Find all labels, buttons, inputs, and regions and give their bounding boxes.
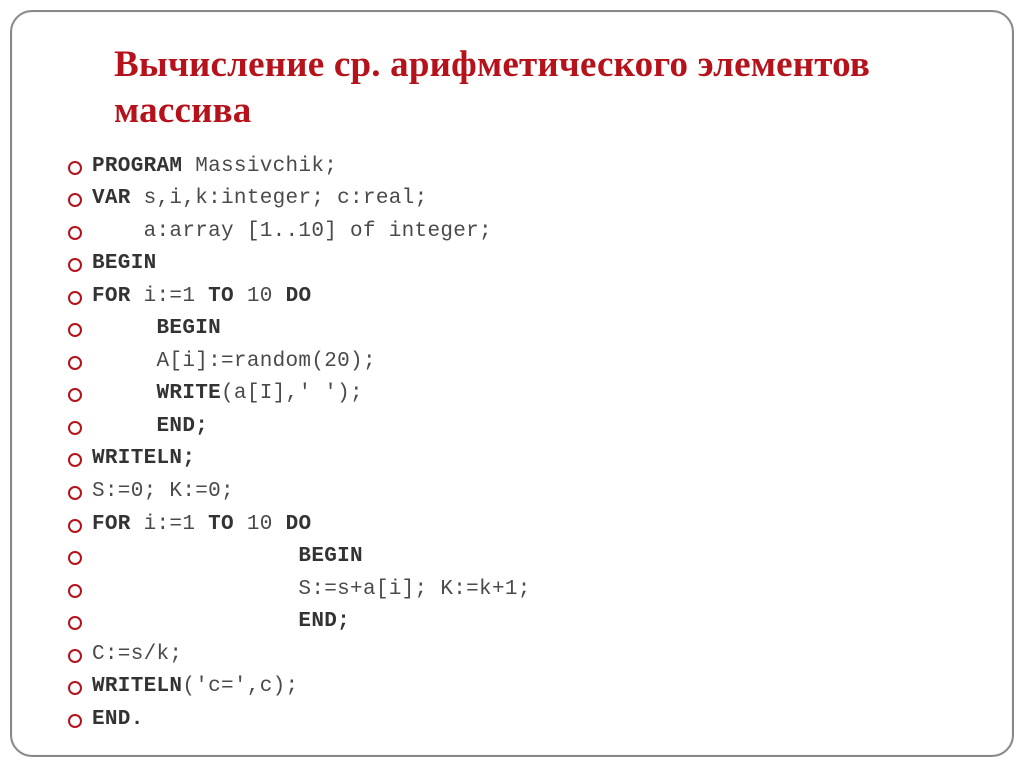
- code-text: a:array [1..10] of integer;: [92, 220, 492, 243]
- code-text: 10: [234, 513, 286, 536]
- code-line: S:=0; K:=0;: [92, 476, 972, 509]
- code-line: END.: [92, 704, 972, 737]
- code-line: S:=s+a[i]; K:=k+1;: [92, 574, 972, 607]
- code-text: i:=1: [131, 285, 208, 308]
- code-line: Program Massivchik;: [92, 151, 972, 184]
- keyword: Begin: [92, 317, 221, 340]
- keyword: Write: [92, 382, 221, 405]
- keyword: Var: [92, 187, 131, 210]
- code-line: Write(a[I],' ');: [92, 378, 972, 411]
- code-text: A[i]:=random(20);: [92, 350, 376, 373]
- keyword: to: [208, 513, 234, 536]
- keyword: for: [92, 513, 131, 536]
- keyword: do: [286, 285, 312, 308]
- code-text: ('c=',c);: [182, 675, 298, 698]
- code-line: Writeln;: [92, 443, 972, 476]
- code-line: End;: [92, 411, 972, 444]
- code-line: For i:=1 to 10 do: [92, 281, 972, 314]
- keyword: Begin: [92, 545, 363, 568]
- code-listing: Program Massivchik;Var s,i,k:integer; c:…: [68, 151, 972, 737]
- keyword: END.: [92, 708, 144, 731]
- code-text: S:=s+a[i]; K:=k+1;: [92, 578, 531, 601]
- code-line: End;: [92, 606, 972, 639]
- keyword: Writeln: [92, 675, 182, 698]
- keyword: to: [208, 285, 234, 308]
- keyword: Writeln;: [92, 447, 195, 470]
- code-line: a:array [1..10] of integer;: [92, 216, 972, 249]
- code-text: Massivchik;: [182, 155, 337, 178]
- keyword: For: [92, 285, 131, 308]
- code-text: 10: [234, 285, 286, 308]
- code-text: s,i,k:integer; c:real;: [131, 187, 428, 210]
- keyword: Program: [92, 155, 182, 178]
- slide-card: Вычисление ср. арифметического элементов…: [10, 10, 1014, 757]
- keyword: do: [286, 513, 312, 536]
- keyword: BEGIN: [92, 252, 157, 275]
- code-line: C:=s/k;: [92, 639, 972, 672]
- code-text: C:=s/k;: [92, 643, 182, 666]
- keyword: End;: [92, 415, 208, 438]
- code-line: A[i]:=random(20);: [92, 346, 972, 379]
- code-line: Begin: [92, 541, 972, 574]
- code-text: i:=1: [131, 513, 208, 536]
- code-text: S:=0; K:=0;: [92, 480, 234, 503]
- code-line: Begin: [92, 313, 972, 346]
- slide-title: Вычисление ср. арифметического элементов…: [68, 42, 972, 135]
- code-line: BEGIN: [92, 248, 972, 281]
- code-line: Var s,i,k:integer; c:real;: [92, 183, 972, 216]
- code-line: for i:=1 to 10 do: [92, 509, 972, 542]
- code-text: (a[I],' ');: [221, 382, 363, 405]
- keyword: End;: [92, 610, 350, 633]
- code-line: Writeln('c=',c);: [92, 671, 972, 704]
